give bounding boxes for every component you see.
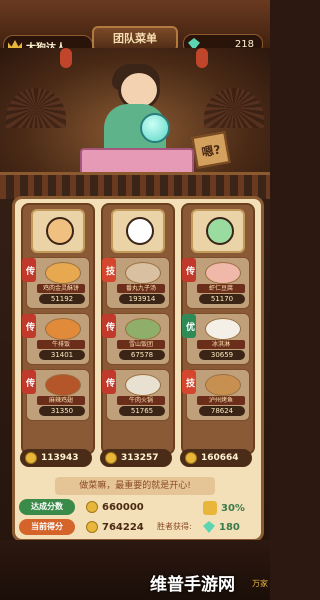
column-total-value: 113943	[41, 453, 79, 463]
dish-icon	[205, 318, 241, 340]
wooden-rail	[0, 172, 270, 199]
dish-card[interactable]: 传 虾仁豆腐 51170	[182, 257, 250, 309]
dish-name: 牛肉火锅	[117, 396, 165, 405]
column-total-2: 313257	[100, 449, 172, 467]
target-percent-value: 30%	[221, 502, 245, 514]
game-screen: 太狗达人 团队菜单 218 嗯? 传 鸡肉金灵酥饼 51	[0, 0, 270, 600]
column-total-value: 313257	[121, 453, 159, 463]
dish-card[interactable]: 技 番丸九子汤 193914	[102, 257, 170, 309]
dish-score: 30659	[199, 350, 245, 360]
dish-rarity-tag: 传	[102, 314, 116, 338]
target-score: 660000	[81, 501, 144, 513]
chef-scene: 嗯?	[0, 48, 270, 188]
dish-score: 67578	[119, 350, 165, 360]
dish-score: 31401	[39, 350, 85, 360]
current-score-label: 当前得分	[19, 519, 75, 535]
dish-card[interactable]: 传 牛肉火锅 51765	[102, 369, 170, 421]
column-total-3: 160664	[180, 449, 252, 467]
watermark: 维普手游网	[150, 575, 235, 595]
dish-name: 冰淇淋	[197, 340, 245, 349]
dish-rarity-tag: 传	[102, 370, 116, 394]
dish-icon	[45, 318, 81, 340]
dish-icon	[205, 262, 241, 284]
fan-decoration-left	[6, 88, 66, 128]
chef-portrait-3[interactable]	[191, 209, 245, 253]
dish-rarity-tag: 传	[22, 258, 36, 282]
dish-name: 鸡肉金灵酥饼	[37, 284, 85, 293]
dish-rarity-tag: 传	[22, 370, 36, 394]
dish-rarity-tag: 技	[102, 258, 116, 282]
motto-banner: 做菜嘛，最重要的就是开心!	[55, 477, 215, 495]
dish-card[interactable]: 技 泸州烤鱼 78624	[182, 369, 250, 421]
reward: 180	[203, 521, 240, 533]
dish-score: 31350	[39, 406, 85, 416]
dish-name: 牛排饭	[37, 340, 85, 349]
top-bar: 太狗达人 团队菜单 218	[0, 0, 270, 57]
coin-icon	[86, 501, 98, 513]
lantern-icon	[196, 48, 208, 68]
chef-column-2: 技 番丸九子汤 193914 传 雪山饭团 67578 传 牛肉火锅 51765	[101, 203, 175, 455]
coin-icon	[105, 452, 117, 464]
chef-column-1: 传 鸡肉金灵酥饼 51192 传 牛排饭 31401 传 麻辣鸡翅 31350	[21, 203, 95, 455]
dish-name: 雪山饭团	[117, 340, 165, 349]
dish-name: 麻辣鸡翅	[37, 396, 85, 405]
trophy-icon	[203, 501, 217, 515]
target-percent: 30%	[203, 501, 245, 515]
dish-icon	[125, 318, 161, 340]
chef-column-3: 传 虾仁豆腐 51170 优 冰淇淋 30659 技 泸州烤鱼 78624	[181, 203, 255, 455]
dish-icon	[45, 374, 81, 396]
team-menu-panel: 传 鸡肉金灵酥饼 51192 传 牛排饭 31401 传 麻辣鸡翅 31350 …	[12, 196, 264, 542]
dish-rarity-tag: 优	[182, 314, 196, 338]
dish-card[interactable]: 传 鸡肉金灵酥饼 51192	[22, 257, 90, 309]
lantern-icon	[60, 48, 72, 68]
coin-icon	[86, 521, 98, 533]
dish-icon	[205, 374, 241, 396]
crystal-ball-icon	[140, 113, 170, 143]
dish-score: 193914	[119, 294, 165, 304]
dish-rarity-tag: 技	[182, 370, 196, 394]
dish-icon	[125, 262, 161, 284]
target-score-value: 660000	[102, 501, 144, 513]
dish-card[interactable]: 传 牛排饭 31401	[22, 313, 90, 365]
column-total-1: 113943	[20, 449, 92, 467]
reward-label: 胜者获得:	[157, 522, 192, 531]
column-total-value: 160664	[201, 453, 239, 463]
gem-icon	[203, 521, 215, 533]
dish-name: 番丸九子汤	[117, 284, 165, 293]
dish-icon	[125, 374, 161, 396]
dish-name: 虾仁豆腐	[197, 284, 245, 293]
watermark-logo: 万家	[252, 579, 268, 588]
current-score: 764224	[81, 521, 144, 533]
chef-portrait-1[interactable]	[31, 209, 85, 253]
sign-board[interactable]: 嗯?	[191, 131, 231, 169]
dish-name: 泸州烤鱼	[197, 396, 245, 405]
target-score-label: 达成分数	[19, 499, 75, 515]
coin-icon	[25, 452, 37, 464]
dish-icon	[45, 262, 81, 284]
dish-card[interactable]: 优 冰淇淋 30659	[182, 313, 250, 365]
coin-icon	[185, 452, 197, 464]
dish-score: 51192	[39, 294, 85, 304]
dish-rarity-tag: 传	[22, 314, 36, 338]
dish-card[interactable]: 传 雪山饭团 67578	[102, 313, 170, 365]
dish-score: 51170	[199, 294, 245, 304]
current-score-value: 764224	[102, 521, 144, 533]
dish-score: 51765	[119, 406, 165, 416]
reward-value: 180	[219, 521, 240, 533]
dish-rarity-tag: 传	[182, 258, 196, 282]
chef-portrait-2[interactable]	[111, 209, 165, 253]
dish-card[interactable]: 传 麻辣鸡翅 31350	[22, 369, 90, 421]
fan-decoration-right	[204, 88, 264, 128]
dish-score: 78624	[199, 406, 245, 416]
score-summary: 达成分数 660000 30% 当前得分 764224 胜者获得: 180	[15, 499, 261, 539]
